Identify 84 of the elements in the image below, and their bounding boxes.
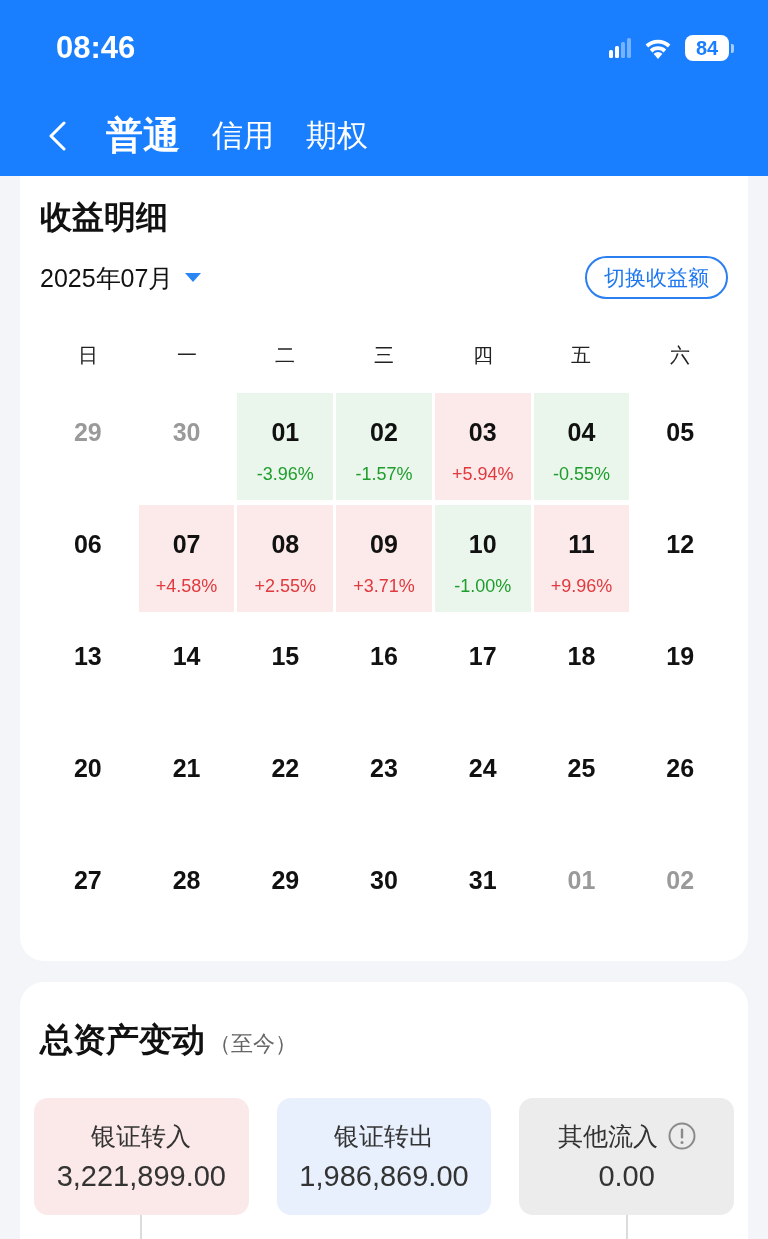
day-number: 27 (73, 865, 102, 895)
weekday-label: 五 (571, 343, 592, 368)
calendar-day[interactable]: 08 +2.55% (237, 505, 334, 612)
daily-change: +3.71% (353, 575, 415, 597)
day-number: 12 (666, 529, 695, 559)
day-number: 15 (271, 641, 300, 671)
account-tab[interactable]: 信用 (212, 114, 274, 158)
day-number: 30 (172, 417, 201, 447)
day-number: 01 (271, 417, 300, 447)
day-number: 23 (370, 753, 398, 783)
caret-icon (185, 273, 202, 282)
day-number: 07 (172, 529, 201, 559)
tile-label: 银证转出 (334, 1121, 434, 1152)
day-number: 16 (370, 641, 398, 671)
back-icon (48, 121, 66, 151)
day-number: 24 (468, 753, 497, 783)
day-number: 02 (370, 417, 398, 447)
day-number: 29 (73, 417, 102, 447)
day-number: 01 (567, 865, 596, 895)
weekday-label: 四 (472, 343, 493, 368)
section-title: 收益明细 (40, 198, 169, 237)
month-picker[interactable]: 2025年07月 (40, 261, 202, 294)
day-number: 28 (172, 865, 201, 895)
day-number: 25 (567, 753, 596, 783)
daily-change: +4.58% (155, 575, 218, 597)
weekday-label: 日 (77, 343, 98, 368)
calendar-day[interactable]: 10 -1.00% (434, 505, 531, 612)
day-number: 06 (73, 529, 102, 559)
calendar-day[interactable]: 11 +9.96% (533, 505, 630, 612)
day-number: 13 (73, 641, 102, 671)
signal-icon (609, 38, 631, 58)
daily-change: +2.55% (254, 575, 317, 597)
day-number: 02 (666, 865, 695, 895)
weekday-label: 一 (176, 343, 197, 368)
calendar-day[interactable]: 09 +3.71% (336, 505, 432, 612)
tile-label: 银证转入 (91, 1121, 192, 1152)
day-number: 19 (666, 641, 695, 671)
calendar-day[interactable]: 01 -3.96% (237, 393, 334, 500)
day-number: 10 (468, 529, 497, 559)
day-number: 09 (370, 529, 398, 559)
section-subtitle: （至今） (209, 1030, 297, 1058)
day-number: 17 (468, 641, 497, 671)
calendar-day[interactable]: 07 +4.58% (138, 505, 235, 612)
day-number: 26 (666, 753, 695, 783)
day-number: 31 (468, 865, 497, 895)
account-tab[interactable]: 普通 (106, 114, 180, 158)
daily-change: -1.00% (454, 575, 512, 597)
toggle-amount-button[interactable]: 切换收益额 (585, 256, 728, 299)
day-number: 05 (666, 417, 695, 447)
battery-indicator: 84 (685, 35, 734, 61)
day-number: 20 (73, 753, 102, 783)
info-icon[interactable] (667, 1122, 696, 1150)
wifi-icon (643, 37, 673, 59)
transfer-tile[interactable]: 银证转入 3,221,899.00 (34, 1098, 249, 1215)
transfer-tile[interactable]: 银证转出 1,986,869.00 (276, 1098, 492, 1215)
weekday-label: 三 (374, 343, 394, 368)
status-time: 08:46 (56, 30, 136, 66)
calendar-day[interactable]: 02 -1.57% (336, 393, 432, 500)
day-number: 22 (271, 753, 300, 783)
daily-change: -1.57% (355, 463, 413, 485)
day-number: 03 (468, 417, 497, 447)
day-number: 04 (567, 417, 596, 447)
tile-amount: 3,221,899.00 (56, 1159, 226, 1194)
day-number: 30 (370, 865, 398, 895)
day-number: 14 (172, 641, 201, 671)
calendar-day[interactable]: 03 +5.94% (434, 393, 531, 500)
weekday-label: 二 (275, 343, 296, 368)
day-number: 08 (271, 529, 300, 559)
tile-amount: 0.00 (598, 1159, 655, 1194)
weekday-label: 六 (670, 343, 691, 368)
day-number: 21 (172, 753, 201, 783)
calendar-day[interactable]: 04 -0.55% (533, 393, 630, 500)
daily-change: -3.96% (256, 463, 314, 485)
day-number: 18 (567, 641, 596, 671)
tile-amount: 1,986,869.00 (299, 1159, 469, 1194)
section-title: 总资产变动 (40, 1020, 205, 1060)
day-number: 29 (271, 865, 300, 895)
account-tab[interactable]: 期权 (306, 114, 368, 158)
daily-change: +9.96% (550, 575, 613, 597)
daily-change: +5.94% (451, 463, 514, 485)
tile-label: 其他流入 (557, 1121, 658, 1152)
daily-change: -0.55% (552, 463, 610, 485)
transfer-tile[interactable]: 其他流入 0.00 (519, 1098, 734, 1215)
day-number: 11 (568, 529, 595, 559)
